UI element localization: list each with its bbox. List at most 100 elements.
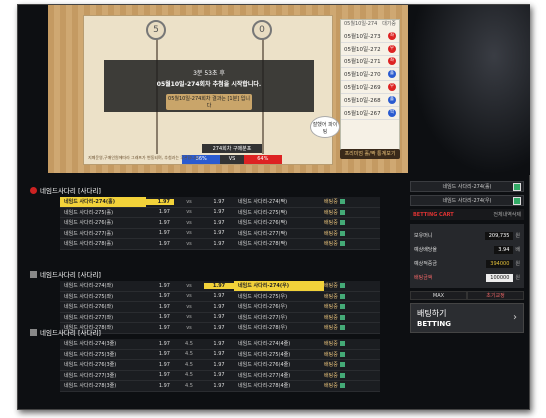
left-odds[interactable]: 1.97: [146, 362, 174, 368]
left-option[interactable]: 네임드 사다리-274(좌): [60, 281, 146, 291]
right-odds[interactable]: 1.97: [204, 372, 234, 378]
left-option[interactable]: 네임드 사다리-275(3줄): [60, 350, 146, 360]
right-odds[interactable]: 1.97: [204, 241, 234, 247]
unit: 배: [515, 246, 520, 253]
left-odds[interactable]: 1.97: [146, 220, 174, 226]
selected-pick-label: 네임드 사다리-274(우): [442, 198, 492, 204]
left-option[interactable]: 네임드 사다리-276(홀): [60, 218, 146, 228]
left-odds[interactable]: 1.97: [146, 198, 174, 205]
left-odds[interactable]: 1.97: [146, 351, 174, 357]
speech-bubble: 잘했어 파이팅: [310, 116, 340, 138]
left-option[interactable]: 네임드 사다리-278(3줄): [60, 381, 146, 391]
right-odds[interactable]: 1.97: [204, 293, 234, 299]
right-option[interactable]: 네임드 사다리-276(우): [234, 302, 324, 312]
left-option[interactable]: 네임드 사다리-274(홀): [60, 197, 146, 207]
max-button[interactable]: MAX: [410, 291, 467, 300]
middle-value: 4.5: [185, 382, 193, 389]
left-option[interactable]: 네임드 사다리-278(홀): [60, 239, 146, 249]
bet-row: 네임드 사다리-274(좌) 1.97 vs 1.97 네임드 사다리-274(우) 배팅…: [60, 281, 380, 292]
betting-cart-panel: 네임드 사다리-274(홀) 네임드 사다리-274(우) BETTING CA…: [410, 181, 524, 333]
status-icon: [339, 372, 345, 378]
left-odds[interactable]: 1.97: [146, 341, 174, 347]
result-round: 05월10일-271: [344, 59, 381, 66]
right-option[interactable]: 네임드 사다리-277(우): [234, 313, 324, 323]
bet-status: 배팅중: [324, 219, 364, 226]
right-option[interactable]: 네임드 사다리-276(짝): [234, 218, 324, 228]
bet-status-label: 배팅중: [324, 351, 338, 358]
left-option[interactable]: 네임드 사다리-276(3줄): [60, 360, 146, 370]
bet-status-label: 배팅중: [324, 325, 338, 332]
bet-status-label: 배팅중: [324, 209, 338, 216]
bet-row: 네임드 사다리-276(좌) 1.97 vs 1.97 네임드 사다리-276(우) 배팅…: [60, 302, 380, 313]
betting-button[interactable]: 배팅하기 BETTING ›: [410, 303, 524, 333]
right-option[interactable]: 네임드 사다리-275(4줄): [234, 350, 324, 360]
bet-status: 배팅중: [324, 324, 364, 331]
left-odds[interactable]: 1.97: [146, 283, 174, 289]
left-option[interactable]: 네임드 사다리-277(홀): [60, 229, 146, 239]
checkbox-icon[interactable]: [513, 196, 521, 205]
right-option[interactable]: 네임드 사다리-276(4줄): [234, 360, 324, 370]
selected-pick[interactable]: 네임드 사다리-274(홀): [410, 181, 524, 192]
left-odds[interactable]: 1.97: [146, 372, 174, 378]
right-option[interactable]: 네임드 사다리-274(우): [234, 281, 324, 291]
right-odds[interactable]: 1.97: [204, 199, 234, 205]
right-odds[interactable]: 1.97: [204, 230, 234, 236]
right-odds[interactable]: 1.97: [204, 362, 234, 368]
middle-value: 4.5: [185, 340, 193, 347]
left-odds[interactable]: 1.97: [146, 304, 174, 310]
reset-button[interactable]: 초기교정: [467, 291, 524, 300]
bet-status-label: 배팅중: [324, 372, 338, 379]
right-option[interactable]: 네임드 사다리-278(4줄): [234, 381, 324, 391]
right-odds[interactable]: 1.97: [204, 282, 234, 289]
left-odds[interactable]: 1.97: [146, 230, 174, 236]
right-option[interactable]: 네임드 사다리-274(짝): [234, 197, 324, 207]
right-odds[interactable]: 1.97: [204, 351, 234, 357]
result-round: 05월10일-270: [344, 72, 381, 79]
right-option[interactable]: 네임드 사다리-278(짝): [234, 239, 324, 249]
left-odds[interactable]: 1.97: [146, 209, 174, 215]
cart-header: BETTING CART 전체내역삭제: [410, 209, 524, 220]
right-option[interactable]: 네임드 사다리-278(우): [234, 323, 324, 333]
right-odds[interactable]: 1.97: [204, 304, 234, 310]
left-odds[interactable]: 1.97: [146, 325, 174, 331]
left-option[interactable]: 네임드 사다리-275(홀): [60, 208, 146, 218]
left-option[interactable]: 네임드 사다리-277(3줄): [60, 371, 146, 381]
result-row: 05월10일-267 짝: [341, 107, 399, 120]
result-mark: 짝: [388, 108, 396, 117]
right-option[interactable]: 네임드 사다리-275(짝): [234, 208, 324, 218]
ladder-post: 0: [252, 20, 272, 40]
bet-status: 배팅중: [324, 361, 364, 368]
result-mark: 좌: [388, 31, 396, 40]
selected-pick[interactable]: 네임드 사다리-274(우): [410, 195, 524, 206]
right-option[interactable]: 네임드 사다리-274(4줄): [234, 339, 324, 349]
bet-status-label: 배팅중: [324, 383, 338, 390]
left-option[interactable]: 네임드 사다리-276(좌): [60, 302, 146, 312]
right-odds[interactable]: 1.97: [204, 325, 234, 331]
checkbox-icon[interactable]: [513, 182, 521, 191]
right-option[interactable]: 네임드 사다리-275(우): [234, 292, 324, 302]
right-odds[interactable]: 1.97: [204, 220, 234, 226]
right-odds[interactable]: 1.97: [204, 209, 234, 215]
left-odds[interactable]: 1.97: [146, 241, 174, 247]
result-row: 05월10일-268 홀: [341, 94, 399, 107]
ladder-board: 5 0 3분 53초 후 05월10일-274회차 추첨을 시작합니다. 05월…: [83, 15, 371, 165]
status-icon: [339, 383, 345, 389]
right-odds[interactable]: 1.97: [204, 314, 234, 320]
bet-status: 배팅중: [324, 209, 364, 216]
right-odds[interactable]: 1.97: [204, 341, 234, 347]
left-option[interactable]: 네임드 사다리-275(좌): [60, 292, 146, 302]
status-icon: [339, 362, 345, 368]
status-icon: [339, 220, 345, 226]
left-odds[interactable]: 1.97: [146, 314, 174, 320]
left-odds[interactable]: 1.97: [146, 383, 174, 389]
right-odds[interactable]: 1.97: [204, 383, 234, 389]
bet-amount-input[interactable]: 100000: [486, 273, 514, 282]
premium-stats-button[interactable]: 프리미엄 홀/짝 통계보기: [340, 149, 400, 159]
right-option[interactable]: 네임드 사다리-277(짝): [234, 229, 324, 239]
left-option[interactable]: 네임드 사다리-277(좌): [60, 313, 146, 323]
left-option[interactable]: 네임드 사다리-274(3줄): [60, 339, 146, 349]
left-odds[interactable]: 1.97: [146, 293, 174, 299]
clear-all-button[interactable]: 전체내역삭제: [493, 211, 521, 218]
right-option[interactable]: 네임드 사다리-277(4줄): [234, 371, 324, 381]
bet-row: 네임드 사다리-278(3줄) 1.97 4.5 1.97 네임드 사다리-278(4줄…: [60, 381, 380, 392]
